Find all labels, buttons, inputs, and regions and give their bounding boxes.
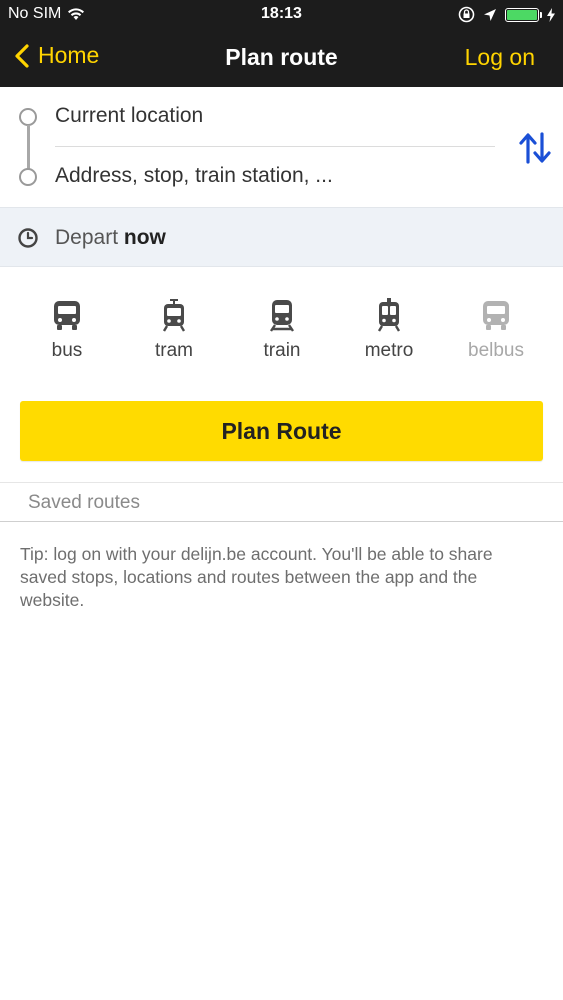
depart-value: now	[123, 226, 166, 249]
chevron-left-icon	[15, 43, 29, 68]
route-inputs	[0, 87, 563, 207]
metro-icon	[377, 298, 401, 332]
clock-icon	[18, 228, 38, 248]
charging-icon	[547, 7, 555, 22]
origin-input[interactable]	[55, 104, 495, 128]
depart-text: Depart now	[55, 226, 166, 250]
mode-metro[interactable]: metro	[339, 298, 439, 362]
swap-direction-icon[interactable]	[517, 130, 553, 166]
origin-dot-icon	[19, 108, 37, 126]
tram-icon	[162, 299, 186, 332]
back-label: Home	[38, 42, 100, 68]
mode-label: metro	[364, 340, 414, 361]
route-divider	[55, 146, 495, 147]
destination-input[interactable]	[55, 164, 495, 188]
log-on-button[interactable]: Log on	[465, 44, 535, 71]
location-arrow-icon	[484, 8, 496, 21]
belbus-icon	[483, 301, 509, 330]
mode-label: train	[263, 340, 301, 361]
train-icon	[270, 300, 294, 332]
transport-modes: bus tram train metro belbus	[0, 298, 563, 368]
mode-train[interactable]: train	[232, 298, 332, 362]
mode-tram[interactable]: tram	[124, 298, 224, 362]
mode-label: belbus	[468, 340, 524, 361]
login-tip: Tip: log on with your delijn.be account.…	[20, 544, 493, 610]
bus-icon	[54, 301, 80, 330]
rotation-lock-icon	[458, 6, 475, 23]
depart-prefix: Depart	[55, 226, 119, 249]
mode-bus[interactable]: bus	[17, 298, 117, 362]
back-button[interactable]: Home	[14, 42, 99, 69]
depart-time-row[interactable]: Depart now	[0, 207, 563, 267]
battery-icon	[505, 7, 542, 22]
nav-bar: Home Plan route Log on	[0, 30, 563, 87]
mode-belbus[interactable]: belbus	[446, 298, 546, 362]
plan-route-button[interactable]: Plan Route	[20, 401, 543, 461]
status-right	[458, 6, 555, 23]
battery-fill	[507, 9, 537, 20]
status-bar: No SIM 18:13	[0, 0, 563, 30]
saved-routes-title: Saved routes	[28, 492, 140, 513]
mode-label: tram	[155, 340, 193, 361]
saved-routes-header: Saved routes	[0, 482, 563, 522]
mode-label: bus	[51, 340, 83, 361]
route-connector	[27, 125, 30, 169]
destination-dot-icon	[19, 168, 37, 186]
